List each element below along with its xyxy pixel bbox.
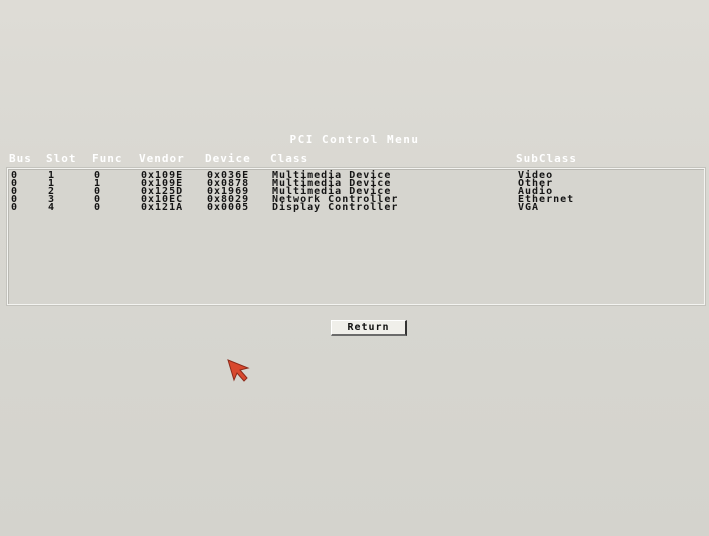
screen: PCI Control Menu Bus Slot Func Vendor De… xyxy=(0,0,709,536)
page-title: PCI Control Menu xyxy=(289,133,420,146)
header-bus: Bus xyxy=(9,152,32,165)
cell-bus: 0 xyxy=(11,202,19,213)
header-vendor: Vendor xyxy=(139,152,185,165)
cell-func: 0 xyxy=(94,202,102,213)
cell-device: 0x0005 xyxy=(207,202,250,213)
header-class: Class xyxy=(270,152,309,165)
table-row[interactable]: 0 4 0 0x121A 0x0005 Display Controller V… xyxy=(8,202,704,213)
cell-slot: 4 xyxy=(48,202,56,213)
header-func: Func xyxy=(92,152,123,165)
header-slot: Slot xyxy=(46,152,77,165)
header-device: Device xyxy=(205,152,251,165)
cell-class: Display Controller xyxy=(272,202,399,213)
cell-subclass: VGA xyxy=(518,202,540,213)
header-subclass: SubClass xyxy=(516,152,577,165)
device-list[interactable]: 0 1 0 0x109E 0x036E Multimedia Device Vi… xyxy=(7,168,705,305)
return-button[interactable]: Return xyxy=(331,320,407,336)
mouse-pointer-arrow-icon xyxy=(227,359,250,382)
cell-vendor: 0x121A xyxy=(141,202,184,213)
